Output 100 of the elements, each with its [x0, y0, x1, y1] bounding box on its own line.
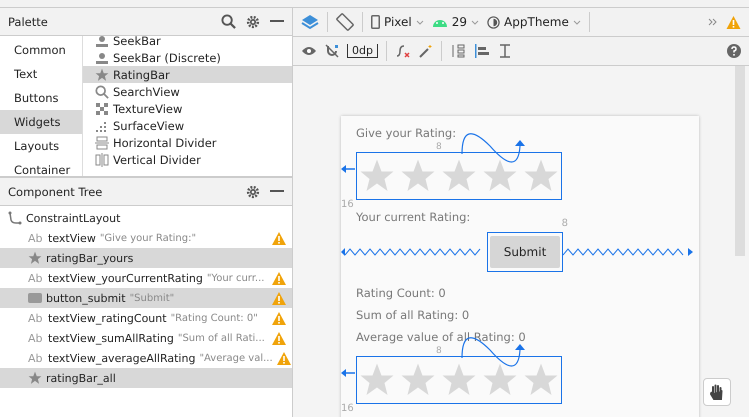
tree-item[interactable]: Ab textView "Give your Rating:": [0, 228, 292, 248]
vertical-divider-icon: [95, 152, 109, 166]
textview-icon: Ab: [28, 272, 44, 284]
margin-label: 8: [436, 142, 442, 152]
warning-icon: [272, 312, 286, 324]
tree-item-text: "Average val...: [199, 352, 273, 364]
tree-item[interactable]: ratingBar_all: [0, 368, 292, 388]
search-icon[interactable]: [221, 14, 236, 29]
textview-icon: Ab: [28, 312, 44, 324]
tree-item-text: "Rating Count: 0": [170, 312, 258, 324]
star-icon: [441, 158, 477, 194]
margin-label: 16: [341, 403, 354, 414]
tree-item[interactable]: Ab textView_yourCurrentRating "Your curr...: [0, 268, 292, 288]
tree-item[interactable]: Ab textView_averageAllRating "Average val...: [0, 348, 292, 368]
warning-icon: [272, 292, 286, 304]
magic-wand-icon[interactable]: [418, 44, 433, 58]
button-icon: [28, 293, 42, 303]
star-icon: [400, 158, 436, 194]
palette-category[interactable]: Common: [0, 38, 82, 62]
align-left-icon[interactable]: [474, 44, 490, 58]
star-icon: [95, 68, 109, 82]
pack-icon[interactable]: [450, 44, 466, 58]
star-icon: [359, 362, 395, 398]
palette-item[interactable]: SeekBar: [83, 36, 292, 49]
checker-icon: [95, 102, 109, 116]
tree-item[interactable]: Ab textView_sumAllRating "Sum of all Rati...: [0, 328, 292, 348]
tree-item[interactable]: ratingBar_yours: [0, 248, 292, 268]
help-icon[interactable]: [727, 44, 741, 58]
hand-icon: [710, 384, 724, 400]
seekbar-icon: [95, 36, 109, 48]
tree-item[interactable]: ConstraintLayout: [0, 208, 292, 228]
text-view[interactable]: Give your Rating:: [356, 126, 456, 140]
device-dropdown[interactable]: Pixel: [371, 15, 424, 29]
tree-item-text: "Your curr...: [206, 272, 264, 284]
pan-button[interactable]: [703, 378, 731, 406]
tree-item-text: "Give your Rating:": [100, 232, 196, 244]
palette-item[interactable]: RatingBar: [83, 66, 292, 83]
minimize-icon[interactable]: [270, 190, 284, 193]
palette-category[interactable]: Buttons: [0, 86, 82, 110]
palette-item[interactable]: SeekBar (Discrete): [83, 49, 292, 66]
android-icon: [432, 17, 448, 27]
star-icon: [400, 362, 436, 398]
warning-icon: [272, 272, 286, 284]
api-level-dropdown[interactable]: 29: [432, 15, 480, 29]
star-icon: [441, 362, 477, 398]
chevron-down-icon: [471, 20, 480, 24]
rotate-icon[interactable]: [336, 13, 354, 31]
horizontal-divider-icon: [95, 136, 109, 150]
warning-icon: [272, 332, 286, 344]
layers-icon[interactable]: [301, 13, 319, 31]
palette-item[interactable]: Vertical Divider: [83, 151, 292, 168]
rating-bar[interactable]: [356, 152, 562, 200]
textview-icon: Ab: [28, 332, 44, 344]
palette-item[interactable]: Horizontal Divider: [83, 134, 292, 151]
palette-item[interactable]: SurfaceView: [83, 117, 292, 134]
scrollbar[interactable]: [735, 66, 745, 256]
theme-icon: [487, 16, 500, 28]
margin-label: 16: [341, 199, 354, 210]
constraint-layout-icon: [8, 211, 22, 225]
palette-category[interactable]: Container: [0, 158, 82, 176]
tree-item[interactable]: button_submit "Submit": [0, 288, 292, 308]
palette-title: Palette: [8, 14, 48, 28]
phone-icon: [371, 15, 380, 29]
textview-icon: Ab: [28, 352, 44, 364]
clear-constraints-icon[interactable]: [394, 44, 411, 58]
rating-bar[interactable]: [356, 356, 562, 404]
margin-label: 8: [436, 346, 442, 356]
tree-item-text: "Sum of all Rati...: [178, 332, 265, 344]
minimize-icon[interactable]: [270, 20, 284, 23]
submit-button[interactable]: Submit: [490, 236, 560, 268]
tree-item[interactable]: Ab textView_ratingCount "Rating Count: 0": [0, 308, 292, 328]
default-margin-field[interactable]: 0dp: [347, 44, 378, 58]
star-icon: [523, 158, 559, 194]
palette-category[interactable]: Widgets: [0, 110, 82, 134]
warning-icon: [272, 232, 286, 244]
theme-dropdown[interactable]: AppTheme: [487, 15, 581, 29]
chevrons-icon[interactable]: [708, 18, 718, 26]
magnet-off-icon[interactable]: [325, 44, 339, 58]
tree-item-text: "Submit": [130, 292, 174, 304]
text-view[interactable]: Sum of all Rating: 0: [356, 308, 470, 322]
margin-label: 8: [562, 218, 568, 229]
star-icon: [482, 158, 518, 194]
search-icon: [95, 84, 109, 98]
constraint-arrow: [341, 165, 355, 173]
chevron-down-icon: [416, 20, 424, 24]
component-tree-title: Component Tree: [8, 184, 102, 198]
eye-icon[interactable]: [301, 45, 317, 57]
palette-category[interactable]: Layouts: [0, 134, 82, 158]
settings-icon[interactable]: [246, 14, 260, 28]
star-icon: [28, 251, 42, 265]
settings-icon[interactable]: [246, 184, 260, 198]
textview-icon: Ab: [28, 232, 44, 244]
palette-category[interactable]: Text: [0, 62, 82, 86]
star-icon: [359, 158, 395, 194]
guidelines-icon[interactable]: [498, 44, 512, 58]
palette-item[interactable]: SearchView: [83, 83, 292, 100]
text-view[interactable]: Rating Count: 0: [356, 286, 446, 300]
palette-item[interactable]: TextureView: [83, 100, 292, 117]
seekbar-icon: [95, 50, 109, 64]
text-view[interactable]: Your current Rating:: [356, 210, 470, 224]
